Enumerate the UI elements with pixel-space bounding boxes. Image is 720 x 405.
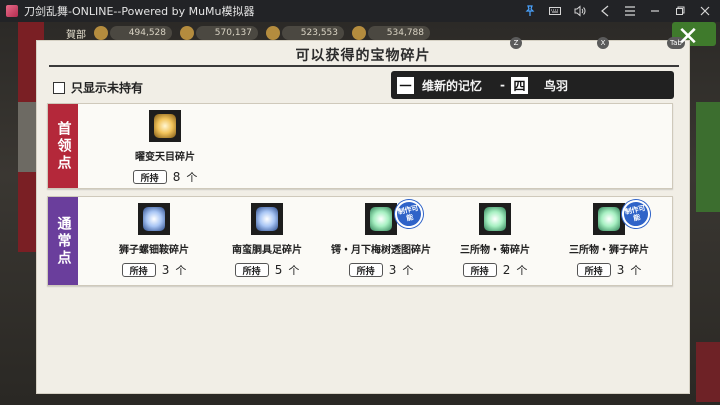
era-separator: - (500, 78, 505, 92)
fragment-name: 锷・月下梅树透图碎片 (331, 245, 431, 256)
owned-label: 所持 (348, 263, 383, 277)
owned-unit: 个 (630, 264, 642, 277)
resource-value: 570,137 (196, 26, 258, 40)
fragment-name: 三所物・狮子碎片 (569, 245, 649, 256)
era-name: 维新的记忆 (422, 78, 483, 93)
section-label-boss: 首领点 (48, 104, 78, 188)
fragment-item[interactable]: 曜变天目碎片 所持 8 个 (110, 104, 220, 188)
resource-value: 494,528 (110, 26, 172, 40)
pin-icon[interactable] (519, 1, 541, 21)
owned-count: 所持 3 个 (121, 262, 187, 278)
owned-count: 所持 8 个 (132, 169, 198, 185)
back-icon[interactable] (594, 1, 616, 21)
keyboard-icon[interactable] (544, 1, 566, 21)
green-fragment-icon (593, 203, 625, 235)
resource-icon (94, 26, 108, 40)
green-fragment-icon (365, 203, 397, 235)
blue-fragment-icon (138, 203, 170, 235)
blue-fragment-icon (251, 203, 283, 235)
fragment-name: 曜变天目碎片 (135, 152, 195, 163)
owned-number: 8 (172, 170, 181, 184)
boss-point-section: 首领点 曜变天目碎片 所持 8 个 (47, 103, 673, 189)
owned-unit: 个 (175, 264, 187, 277)
normal-point-section: 通常点 狮子螺钿鞍碎片 所持 3 个 南蛮胴具足碎片 所持 5 个 锷・月下梅树… (47, 196, 673, 286)
owned-unit: 个 (402, 264, 414, 277)
filter-label: 只显示未持有 (71, 81, 144, 95)
stage-name: 鸟羽 (544, 78, 569, 93)
filter-unowned-toggle[interactable]: 只显示未持有 (53, 79, 143, 96)
volume-icon[interactable] (569, 1, 591, 21)
fragment-name: 南蛮胴具足碎片 (232, 245, 302, 256)
owned-label: 所持 (576, 263, 611, 277)
resource-value: 534,788 (368, 26, 430, 40)
owned-number: 3 (161, 263, 170, 277)
restore-icon[interactable] (669, 1, 691, 21)
close-icon: ✕ (677, 22, 699, 52)
owned-unit: 个 (288, 264, 300, 277)
resource-icon (352, 26, 366, 40)
owned-count: 所持 2 个 (462, 262, 528, 278)
filter-checkbox[interactable] (53, 81, 65, 94)
fragment-item[interactable]: 狮子螺钿鞍碎片 所持 3 个 (99, 197, 209, 285)
window-titlebar: 刀剑乱舞-ONLINE--Powered by MuMu模拟器 (0, 0, 720, 22)
close-window-icon[interactable] (694, 1, 716, 21)
window-title: 刀剑乱舞-ONLINE--Powered by MuMu模拟器 (24, 5, 255, 18)
green-fragment-icon (479, 203, 511, 235)
owned-number: 5 (274, 263, 283, 277)
owned-unit: 个 (186, 171, 198, 184)
hotkey-x-badge: X (597, 37, 609, 49)
owned-label: 所持 (121, 263, 156, 277)
owned-count: 所持 3 个 (348, 262, 414, 278)
fragment-name: 三所物・菊碎片 (460, 245, 530, 256)
stage-label: 一 维新的记忆 - 四 鸟羽 (391, 71, 674, 99)
resource-icon (180, 26, 194, 40)
minimize-icon[interactable] (644, 1, 666, 21)
hotkey-z-badge: Z (510, 37, 522, 49)
owned-number: 2 (502, 263, 511, 277)
app-icon (6, 5, 18, 17)
section-label-normal: 通常点 (48, 197, 78, 285)
owned-label: 所持 (234, 263, 269, 277)
dialog-title: 可以获得的宝物碎片 (295, 48, 431, 64)
titlebar-controls (519, 0, 716, 22)
owned-label: 所持 (132, 170, 167, 184)
era-number-box: 一 (397, 76, 414, 94)
background-red-panel (696, 342, 720, 402)
menu-icon[interactable] (619, 1, 641, 21)
owned-unit: 个 (516, 264, 528, 277)
background-green-panel (696, 102, 720, 212)
gold-fragment-icon (149, 110, 181, 142)
owned-number: 3 (616, 263, 625, 277)
fragment-item[interactable]: 南蛮胴具足碎片 所持 5 个 (212, 197, 322, 285)
title-divider (49, 65, 679, 67)
resource-icon (266, 26, 280, 40)
fragment-item[interactable]: 三所物・菊碎片 所持 2 个 (440, 197, 550, 285)
owned-count: 所持 5 个 (234, 262, 300, 278)
stage-number-box: 四 (511, 76, 528, 94)
treasure-fragments-dialog: 可以获得的宝物碎片 只显示未持有 一 维新的记忆 - 四 鸟羽 首领点 曜变天目… (36, 40, 690, 394)
resource-value: 523,553 (282, 26, 344, 40)
close-dialog-button[interactable]: ✕ (675, 24, 701, 50)
owned-number: 3 (388, 263, 397, 277)
owned-count: 所持 3 个 (576, 262, 642, 278)
top-label: 賀部 (66, 29, 86, 41)
owned-label: 所持 (462, 263, 497, 277)
fragment-name: 狮子螺钿鞍碎片 (119, 245, 189, 256)
